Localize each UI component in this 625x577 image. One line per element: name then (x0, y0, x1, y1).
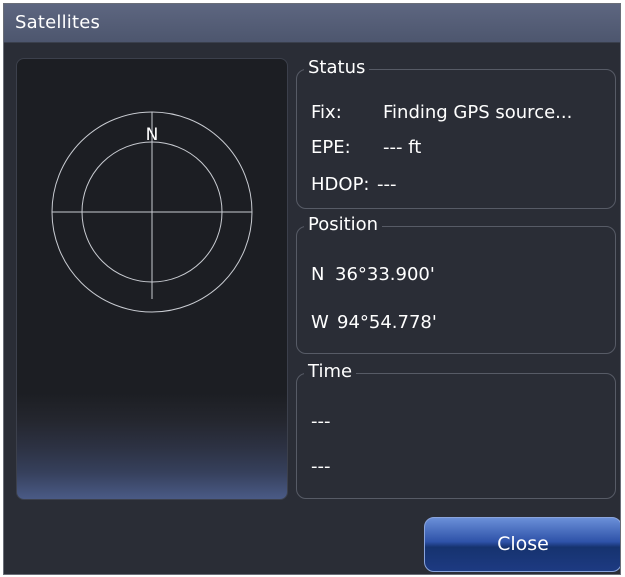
hdop-label: HDOP: (311, 174, 370, 195)
epe-value: --- ft (383, 137, 422, 158)
satellite-sky-view: N (16, 58, 288, 500)
status-title: Status (304, 55, 370, 81)
title-bar: Satellites (4, 4, 620, 43)
time-line-2: --- (311, 456, 331, 477)
longitude-value: 94°54.778' (337, 312, 437, 333)
close-button[interactable]: Close (424, 517, 620, 572)
hdop-value: --- (377, 174, 397, 195)
time-title: Time (304, 359, 357, 385)
latitude-hemisphere: N (311, 264, 325, 285)
time-line-1: --- (311, 411, 331, 432)
sky-plot: N (51, 111, 253, 313)
latitude-row: N 36°33.900' (311, 264, 435, 285)
window-title: Satellites (15, 12, 101, 33)
epe-label: EPE: (311, 137, 351, 158)
status-group: Status Fix: Finding GPS source... EPE: ---… (296, 55, 616, 209)
close-button-label: Close (497, 533, 549, 555)
time-group: Time --- --- (296, 359, 616, 499)
position-group: Position N 36°33.900' W 94°54.778' (296, 212, 616, 354)
hdop-row: HDOP: --- (311, 174, 397, 195)
longitude-hemisphere: W (311, 312, 329, 333)
north-label: N (146, 125, 159, 145)
epe-row: EPE: --- ft (311, 137, 421, 158)
fix-value: Finding GPS source... (383, 102, 573, 123)
satellites-dialog: Satellites N Status Fix: Finding GPS sour… (3, 3, 621, 575)
fix-row: Fix: Finding GPS source... (311, 102, 572, 123)
position-title: Position (304, 212, 383, 238)
fix-label: Fix: (311, 102, 342, 123)
latitude-value: 36°33.900' (335, 264, 435, 285)
longitude-row: W 94°54.778' (311, 312, 437, 333)
